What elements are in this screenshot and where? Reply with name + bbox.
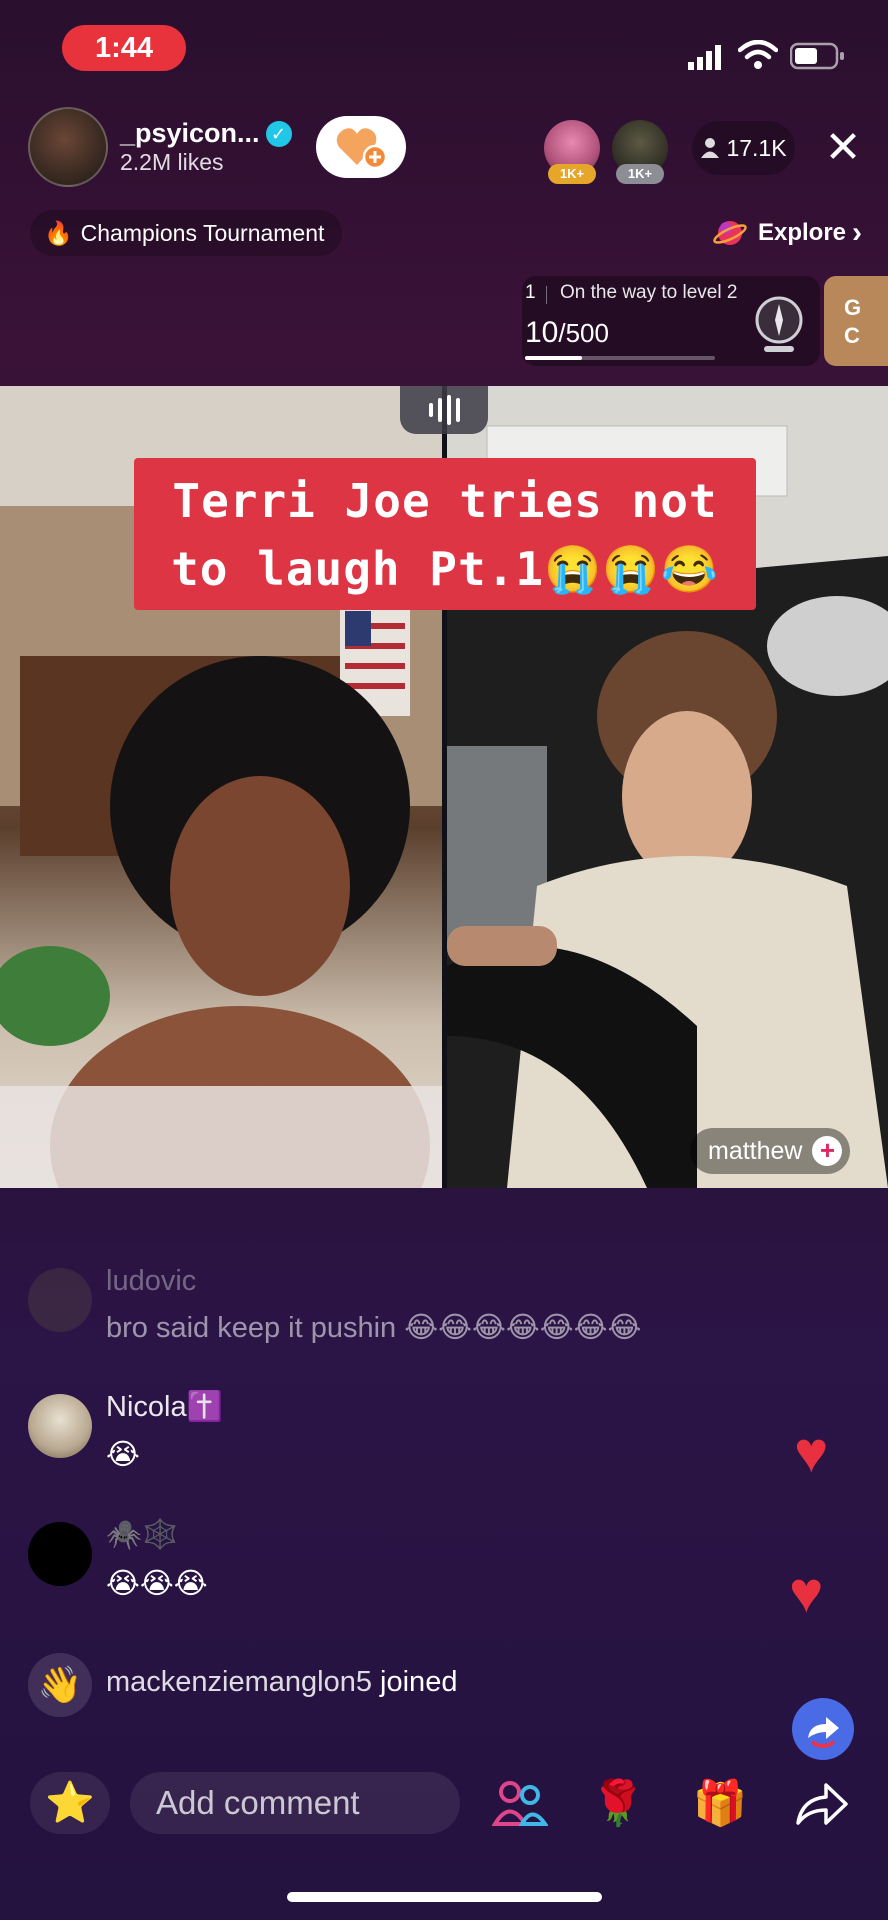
heart-plus-icon (336, 128, 387, 169)
comment-username[interactable]: Nicola✝️ (106, 1390, 223, 1424)
comment-username[interactable]: ludovic (106, 1265, 196, 1298)
people-icon (491, 1781, 549, 1826)
level-separator (546, 286, 547, 304)
viewer-count[interactable]: 17.1K (692, 121, 795, 175)
host-likes: 2.2M likes (120, 149, 224, 175)
floating-heart-icon: ♥ (789, 1560, 824, 1625)
favorites-star-button[interactable]: ⭐ (30, 1772, 110, 1834)
eq-bar (428, 403, 433, 417)
planet-icon (713, 221, 747, 245)
person-icon (701, 138, 720, 158)
wifi-icon (737, 39, 779, 70)
level-progress: 10/500 (525, 316, 609, 350)
join-action: joined (380, 1666, 458, 1698)
battery-icon (789, 42, 846, 70)
level-text: On the way to level 2 (560, 282, 738, 303)
rose-icon: 🌹 (590, 1779, 646, 1828)
share-button[interactable] (790, 1772, 854, 1836)
star-icon: ⭐ (45, 1781, 95, 1825)
host-card[interactable]: _psyicon... ✓ 2.2M likes (28, 107, 292, 187)
compass-badge-icon (752, 290, 806, 356)
eq-bar (446, 395, 451, 425)
host-name: _psyicon... (120, 118, 260, 148)
join-event: mackenziemanglon5 joined (106, 1666, 457, 1699)
comment-text: 😭😭😭 (106, 1568, 208, 1600)
audio-indicator[interactable] (400, 386, 488, 434)
repost-bubble-icon[interactable] (792, 1698, 854, 1760)
rose-gift-button[interactable]: 🌹 (586, 1772, 650, 1836)
comment-username[interactable]: 🕷️🕸️ (106, 1518, 178, 1552)
gift-box-icon: 🎁 (692, 1779, 748, 1828)
eq-bar (455, 398, 460, 422)
time-text: 1:44 (94, 31, 154, 64)
comment-avatar[interactable] (28, 1522, 92, 1586)
gift-button[interactable]: 🎁 (688, 1772, 752, 1836)
gifter-badge: 1K+ (616, 164, 664, 184)
side-card-line2: C (844, 323, 860, 348)
flame-icon: 🔥 (44, 219, 73, 246)
close-button[interactable]: ✕ (818, 124, 868, 174)
caption-line-2: to laugh Pt.1😭😭😂 (171, 542, 719, 596)
comment-text: bro said keep it pushin 😂😂😂😂😂😂😂 (106, 1312, 642, 1344)
tournament-pill[interactable]: 🔥 Champions Tournament (30, 210, 343, 256)
join-username[interactable]: mackenziemanglon5 (106, 1666, 372, 1698)
guest-name: matthew (708, 1136, 803, 1165)
caption-line-1: Terri Joe tries not (172, 474, 718, 528)
level-current: 10 (525, 316, 559, 349)
guest-name-tag[interactable]: matthew + (690, 1128, 851, 1174)
floating-heart-icon: ♥ (794, 1420, 829, 1485)
status-time: 1:44 (62, 25, 186, 71)
host-avatar[interactable] (28, 107, 108, 187)
side-card-line1: G (844, 295, 862, 320)
multi-guest-button[interactable] (488, 1772, 552, 1836)
top-gifter-2[interactable]: 1K+ (612, 120, 668, 184)
top-gifter-1[interactable]: 1K+ (544, 120, 600, 184)
level-progress-fill (525, 356, 582, 360)
level-total: /500 (558, 318, 609, 348)
signal-icon (688, 44, 724, 70)
tournament-label: Champions Tournament (80, 219, 325, 246)
follow-button[interactable] (316, 116, 406, 178)
explore-button[interactable]: Explore › (700, 210, 874, 256)
side-promo-card[interactable]: GC (824, 276, 888, 366)
eq-bar (437, 398, 442, 422)
chevron-right-icon: › (852, 216, 863, 249)
join-wave-icon: 👋 (28, 1653, 92, 1717)
comment-avatar[interactable] (28, 1394, 92, 1458)
verified-check-icon: ✓ (265, 121, 292, 147)
gifter-badge: 1K+ (548, 164, 596, 184)
home-indicator[interactable] (287, 1892, 602, 1902)
close-icon: ✕ (824, 123, 862, 172)
level-progress-bar (525, 356, 715, 360)
level-number: 1 (525, 282, 536, 303)
viewer-count-text: 17.1K (726, 134, 787, 161)
follow-guest-plus-icon[interactable]: + (812, 1136, 843, 1166)
add-comment-input[interactable] (130, 1772, 460, 1834)
comment-avatar[interactable] (28, 1268, 92, 1332)
comment-text: 😭 (106, 1439, 140, 1471)
explore-label: Explore (758, 219, 847, 246)
share-arrow-icon (796, 1783, 848, 1825)
